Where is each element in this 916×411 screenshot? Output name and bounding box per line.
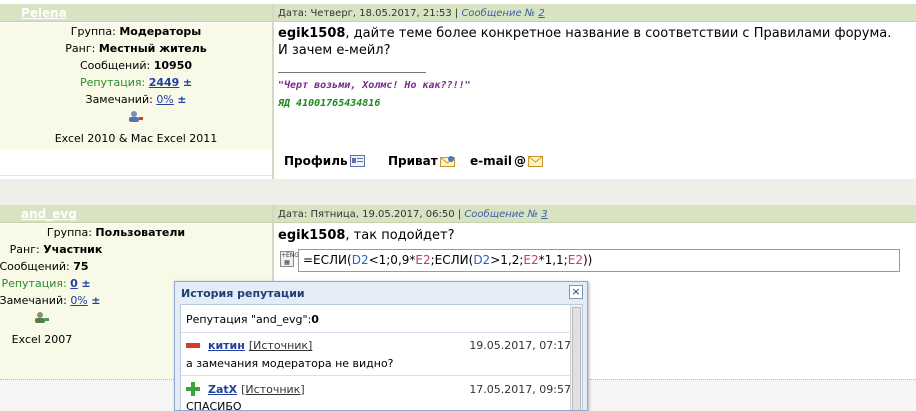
popup-divider <box>181 332 571 333</box>
post2-warnings-value[interactable]: 0% <box>70 294 87 307</box>
post1-date: Дата: Четверг, 18.05.2017, 21:53 | <box>278 8 459 19</box>
post2-addressee[interactable]: egik1508 <box>278 228 345 243</box>
post1-left-footer <box>0 149 272 176</box>
post1-reputation: Репутация: 2449 ± <box>79 76 193 89</box>
post2-posts: Сообщений: 75 <box>0 260 89 273</box>
post1-signature-wallet: ЯД 41001765434816 <box>278 98 381 109</box>
post1-signature-quote: "Черт возьми, Холмс! Но как??!!" <box>278 80 471 91</box>
entry-text: а замечания модератора не видно? <box>186 357 394 370</box>
private-message-icon <box>439 156 455 167</box>
post2-reputation-value[interactable]: 0 <box>70 277 78 290</box>
post1-message-header: Дата: Четверг, 18.05.2017, 21:53 | Сообщ… <box>274 4 916 22</box>
post2-rank: Ранг: Участник <box>9 243 103 256</box>
popup-divider <box>181 375 571 376</box>
post1-msg-number[interactable]: 2 <box>538 8 544 19</box>
scrollbar-thumb[interactable] <box>572 307 581 410</box>
profile-card-icon <box>349 155 365 167</box>
post2-msg-number[interactable]: 3 <box>541 209 547 220</box>
post1-reputation-value[interactable]: 2449 <box>149 76 180 89</box>
post1-text-line1: egik1508, дайте теме более конкретное на… <box>278 26 892 41</box>
user-icon[interactable] <box>34 311 50 324</box>
post1-addressee[interactable]: egik1508 <box>278 26 345 41</box>
post2-msg-label: Сообщение № <box>464 209 539 220</box>
post1-posts: Сообщений: 10950 <box>79 59 193 72</box>
entry-date: 17.05.2017, 09:57 <box>469 382 571 396</box>
post2-author-header: and_evg <box>0 205 272 223</box>
post2-group: Группа: Пользователи <box>46 226 186 239</box>
post1-warnings-value[interactable]: 0% <box>156 93 173 106</box>
post1-author-nick[interactable]: Pelena <box>21 6 67 20</box>
post1-author-header: Pelena <box>0 4 272 22</box>
post1-msg-label: Сообщение № <box>461 8 536 19</box>
reputation-summary: Репутация "and_evg":0 <box>186 313 319 326</box>
email-button[interactable]: e-mail @ <box>470 154 543 168</box>
post1-software: Excel 2010 & Mac Excel 2011 <box>54 132 218 145</box>
post2-reputation: Репутация: 0 ± <box>1 277 91 290</box>
private-message-button[interactable]: Приват <box>388 154 455 168</box>
post1-actions: Профиль Приват e-mail @ <box>274 149 916 176</box>
post2-software: Excel 2007 <box>11 333 73 346</box>
post2-author-nick[interactable]: and_evg <box>21 207 77 221</box>
close-icon[interactable]: × <box>569 285 583 299</box>
entry-author[interactable]: ZatX <box>208 383 237 396</box>
post1-rank: Ранг: Местный житель <box>65 42 207 55</box>
post2-text: egik1508, так подойдет? <box>278 228 455 243</box>
profile-button[interactable]: Профиль <box>284 154 365 168</box>
entry-source-link[interactable]: [Источник] <box>249 339 312 352</box>
post-separator <box>0 179 916 205</box>
post1-warnings: Замечаний: 0% ± <box>85 93 187 106</box>
reputation-entry: китин [Источник] 19.05.2017, 07:17 <box>186 339 571 352</box>
excel-formula-icon: +ENG ▦ <box>280 251 299 267</box>
plus-icon <box>186 382 200 396</box>
envelope-icon <box>527 156 543 167</box>
at-sign-icon: @ <box>513 154 526 168</box>
popup-title: История репутации <box>181 287 305 300</box>
signature-divider <box>278 72 426 73</box>
formula-code-box: =ЕСЛИ(D2<1;0,9*E2;ЕСЛИ(D2>1,2;E2*1,1;E2)… <box>298 249 900 272</box>
reputation-entry: ZatX [Источник] 17.05.2017, 09:57 <box>186 382 571 396</box>
entry-author[interactable]: китин <box>208 339 245 352</box>
entry-source-link[interactable]: [Источник] <box>241 383 304 396</box>
minus-icon <box>186 343 200 348</box>
post1-group: Группа: Модераторы <box>70 25 202 38</box>
post1-reputation-change[interactable]: ± <box>183 76 192 89</box>
post2-warnings: Замечаний: 0% ± <box>0 294 101 307</box>
post1-text-line2: И зачем е-мейл? <box>278 43 391 58</box>
entry-text: СПАСИБО <box>186 400 242 411</box>
post2-warnings-change[interactable]: ± <box>91 294 100 307</box>
entry-date: 19.05.2017, 07:17 <box>469 339 571 352</box>
reputation-history-popup: История репутации × Репутация "and_evg":… <box>174 281 588 411</box>
post1-warnings-change[interactable]: ± <box>177 93 186 106</box>
user-icon[interactable] <box>128 110 144 123</box>
post2-message-header: Дата: Пятница, 19.05.2017, 06:50 | Сообщ… <box>274 205 916 223</box>
post2-reputation-change[interactable]: ± <box>81 277 90 290</box>
popup-content: Репутация "and_evg":0 китин [Источник] 1… <box>180 304 583 411</box>
popup-scrollbar[interactable] <box>570 305 582 410</box>
post2-date: Дата: Пятница, 19.05.2017, 06:50 | <box>278 209 462 220</box>
